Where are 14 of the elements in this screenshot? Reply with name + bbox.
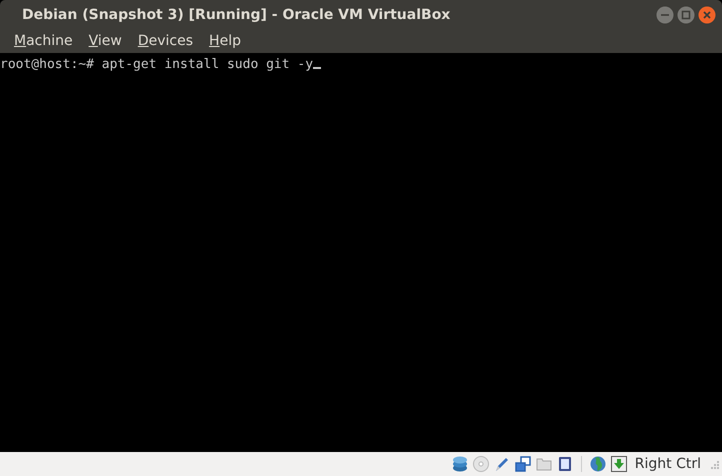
menu-item[interactable]: Help <box>201 33 249 49</box>
host-key-label: Right Ctrl <box>634 456 701 472</box>
window-title: Debian (Snapshot 3) [Running] - Oracle VM VirtualBox <box>22 6 450 22</box>
globe-icon[interactable] <box>588 455 607 473</box>
maximize-button[interactable] <box>677 6 695 24</box>
menu-item[interactable]: View <box>80 33 130 49</box>
terminal-line: root@host:~# apt-get install sudo git -y <box>0 57 314 72</box>
hard-disk-icon[interactable] <box>450 455 469 473</box>
minimize-button[interactable] <box>656 6 674 24</box>
close-button[interactable] <box>698 6 716 24</box>
menu-item[interactable]: Machine <box>6 33 81 49</box>
cursor <box>313 67 322 69</box>
menu-item[interactable]: Devices <box>130 33 202 49</box>
resize-grip-icon[interactable] <box>708 458 720 470</box>
